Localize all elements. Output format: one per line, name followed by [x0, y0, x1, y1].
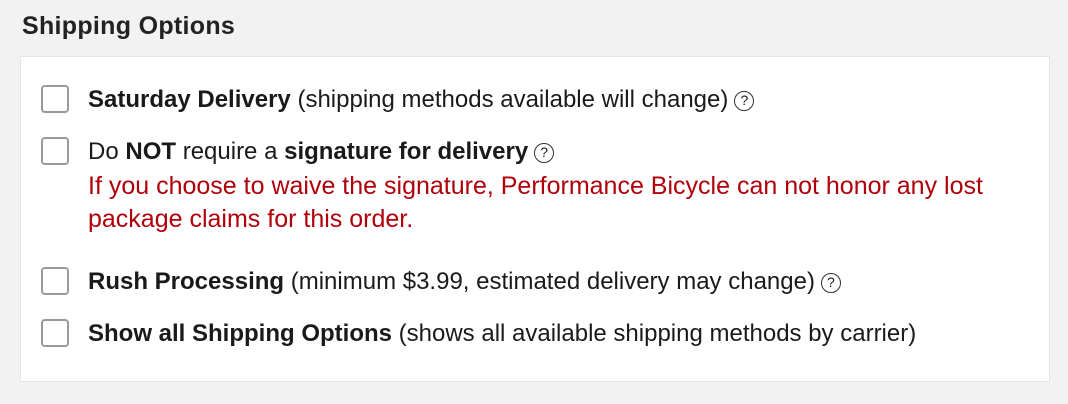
show-all-shipping-checkbox[interactable] — [41, 319, 69, 347]
no-signature-text-1: Do — [88, 138, 126, 165]
rush-processing-label[interactable]: Rush Processing (minimum $3.99, estimate… — [88, 266, 841, 298]
rush-processing-desc: (minimum $3.99, estimated delivery may c… — [284, 268, 815, 295]
shipping-options-panel: Saturday Delivery (shipping methods avai… — [20, 56, 1050, 382]
rush-processing-checkbox[interactable] — [41, 267, 69, 295]
no-signature-title: signature for delivery — [284, 138, 529, 165]
option-no-signature[interactable]: Do NOT require a signature for delivery?… — [41, 136, 1028, 236]
question-circle-icon[interactable]: ? — [734, 91, 755, 111]
no-signature-not: NOT — [125, 138, 177, 165]
option-saturday-delivery[interactable]: Saturday Delivery (shipping methods avai… — [41, 84, 755, 116]
saturday-delivery-desc: (shipping methods available will change) — [290, 86, 729, 113]
question-circle-icon[interactable]: ? — [534, 143, 555, 163]
saturday-delivery-title: Saturday Delivery — [88, 86, 291, 113]
no-signature-checkbox[interactable] — [41, 137, 69, 165]
saturday-delivery-label[interactable]: Saturday Delivery (shipping methods avai… — [88, 84, 755, 116]
show-all-shipping-label[interactable]: Show all Shipping Options (shows all ava… — [88, 318, 916, 350]
section-title: Shipping Options — [22, 12, 236, 40]
rush-processing-title: Rush Processing — [88, 268, 285, 295]
show-all-shipping-desc: (shows all available shipping methods by… — [391, 320, 917, 347]
saturday-delivery-checkbox[interactable] — [41, 85, 69, 113]
option-show-all-shipping[interactable]: Show all Shipping Options (shows all ava… — [41, 318, 916, 350]
no-signature-text-2: require a — [176, 138, 285, 165]
no-signature-label[interactable]: Do NOT require a signature for delivery?… — [88, 136, 1028, 236]
question-circle-icon[interactable]: ? — [820, 273, 841, 293]
option-rush-processing[interactable]: Rush Processing (minimum $3.99, estimate… — [41, 266, 841, 298]
show-all-shipping-title: Show all Shipping Options — [88, 320, 392, 347]
signature-waiver-warning: If you choose to waive the signature, Pe… — [88, 172, 983, 233]
